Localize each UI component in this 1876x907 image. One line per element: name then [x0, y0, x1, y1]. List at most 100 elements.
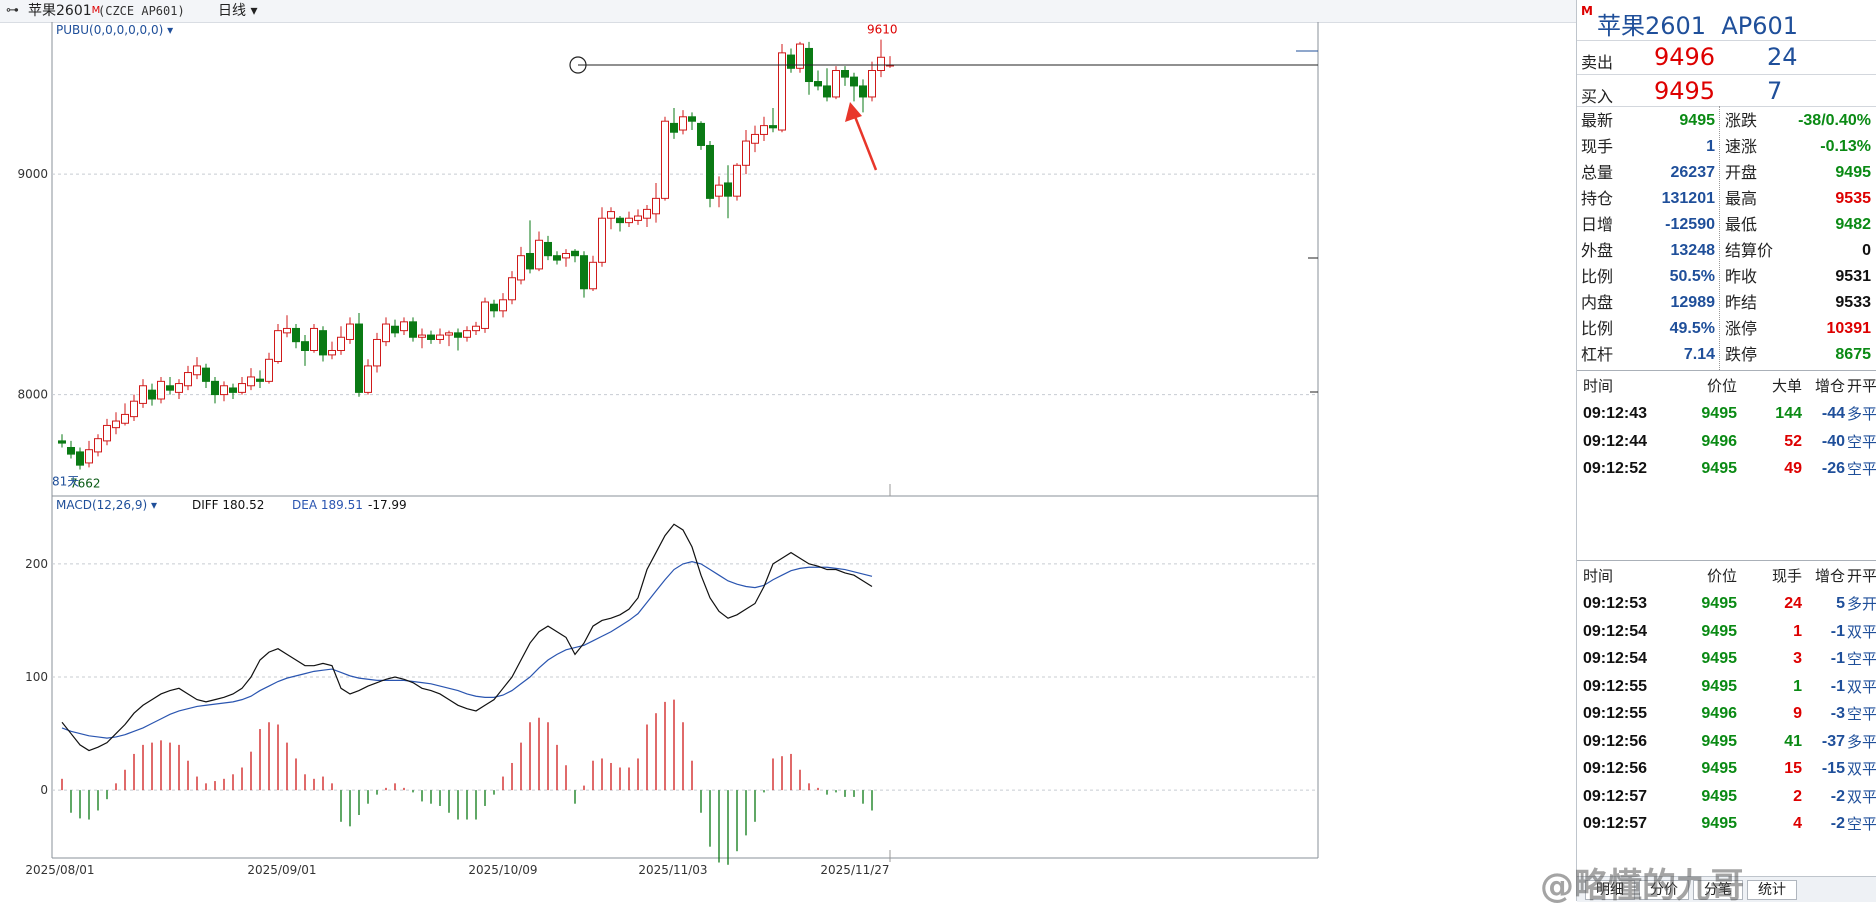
- candle-body: [598, 217, 606, 263]
- candle-body: [355, 323, 363, 393]
- table-cell: 9495: [1701, 650, 1737, 667]
- candle-body: [769, 125, 777, 129]
- watermark: @略懂的九哥: [1540, 866, 1744, 906]
- table-cell: 9495: [1701, 595, 1737, 612]
- candle-body: [787, 54, 795, 69]
- candle-body: [499, 299, 507, 312]
- chevron-down-icon: ▾: [246, 3, 258, 19]
- date-label: 2025/09/01: [247, 863, 316, 877]
- stat-key: 结算价: [1725, 241, 1774, 260]
- quote-header: M 苹果2601 AP601: [1577, 0, 1876, 41]
- macd-tick-label: 200: [25, 557, 48, 571]
- candle-body: [418, 334, 426, 338]
- candle-body: [850, 76, 858, 87]
- table-cell: 4: [1793, 815, 1802, 832]
- stat-value: 1: [1706, 138, 1715, 155]
- candle-body: [661, 120, 669, 199]
- candle-body: [679, 116, 687, 131]
- candle-body: [310, 327, 318, 351]
- candle-body: [652, 197, 660, 215]
- candle-body: [58, 440, 66, 444]
- candle-body: [688, 116, 696, 122]
- candle-body: [256, 378, 264, 382]
- quote-name: 苹果2601 AP601: [1597, 12, 1799, 40]
- candle-body: [139, 385, 147, 404]
- table-cell: 9495: [1701, 622, 1737, 640]
- kline-chart[interactable]: 9000 8000 PUBU(0,0,0,0,0,0) ▾ 9610 7662 81天 20…: [0, 22, 1576, 901]
- table-cell: 9495: [1701, 760, 1737, 777]
- candle-body: [112, 420, 120, 429]
- candle-body: [103, 424, 111, 442]
- stat-5: 外盘 13248: [1577, 238, 1715, 264]
- stat-7: 内盘 12989: [1577, 290, 1715, 316]
- candle-body: [760, 125, 768, 135]
- column-header: 开平: [1846, 377, 1876, 395]
- candle-body: [490, 303, 498, 312]
- candle-body: [283, 327, 291, 334]
- stat-value: 26237: [1670, 164, 1716, 181]
- candle-body: [589, 261, 597, 290]
- table-cell: 9496: [1701, 432, 1737, 450]
- table-cell: 空平: [1846, 432, 1876, 451]
- big-order-table: 时间 价位 大单 增仓 开平 09:12:43 9495 144 -44 多平 09:12:44 94…: [1577, 372, 1876, 482]
- date-label: 2025/10/09: [468, 863, 537, 877]
- candle-body: [229, 387, 237, 393]
- stat-key: 开盘: [1725, 163, 1758, 182]
- stat-key: 外盘: [1581, 241, 1614, 260]
- table-cell: 1: [1793, 622, 1802, 640]
- candle-body: [166, 385, 174, 391]
- ask-label: 卖出: [1581, 53, 1614, 72]
- stat-6: 比例 50.5%: [1577, 264, 1715, 290]
- bid-volume: 7: [1767, 77, 1783, 105]
- table-row: 09:12:53 9495 24 5 多开: [1577, 590, 1876, 618]
- candle-body: [778, 52, 786, 131]
- ask-volume: 24: [1767, 43, 1798, 71]
- tick-table: 时间 价位 现手 增仓 开平 09:12:53 9495 24 5 多开 09:12:54 9495 1…: [1577, 562, 1876, 872]
- candle-body: [94, 438, 102, 453]
- table-row: 09:12:56 9495 15 -15 双平: [1577, 755, 1876, 783]
- table-cell: 52: [1784, 432, 1802, 450]
- candle-body: [580, 255, 588, 290]
- candle-body: [625, 217, 633, 224]
- candle-body: [643, 208, 651, 219]
- days-label: 81天: [52, 475, 79, 489]
- candle-body: [85, 449, 93, 464]
- kline-svg[interactable]: 90008000PUBU(0,0,0,0,0,0) ▾ 9610766281天20…: [0, 22, 1576, 901]
- candle-body: [562, 252, 570, 259]
- candle-body: [364, 365, 372, 393]
- table-cell: 144: [1775, 405, 1802, 422]
- table-header: 时间 价位 现手 增仓 开平: [1577, 562, 1876, 590]
- table-cell: 9495: [1701, 815, 1737, 832]
- candle-body: [148, 389, 156, 400]
- column-header: 开平: [1846, 567, 1876, 585]
- stat-right-0: 涨跌 -38/0.40%: [1721, 108, 1871, 134]
- candle-body: [274, 330, 282, 363]
- candle-body: [247, 376, 255, 387]
- candle-body: [571, 250, 579, 257]
- candle-body: [454, 332, 462, 338]
- stat-value: 50.5%: [1669, 268, 1715, 285]
- stat-key: 涨停: [1725, 319, 1758, 338]
- bid-label: 买入: [1581, 87, 1614, 106]
- stat-value: 9482: [1835, 216, 1871, 233]
- price-tick-label: 9000: [17, 167, 48, 181]
- candle-body: [526, 252, 534, 270]
- table-cell: 09:12:57: [1583, 815, 1648, 832]
- stat-value: 7.14: [1683, 346, 1715, 363]
- table-cell: 09:12:53: [1583, 595, 1648, 612]
- table-cell: 多平: [1846, 405, 1876, 423]
- candle-body: [706, 144, 714, 199]
- period-selector[interactable]: 日线 ▾: [218, 0, 257, 22]
- column-header: 价位: [1706, 567, 1737, 585]
- stat-value: 8675: [1835, 346, 1871, 363]
- table-cell: 空平: [1846, 650, 1876, 668]
- link-icon[interactable]: ⊶: [6, 0, 19, 22]
- candle-body: [517, 255, 525, 281]
- tab-stats[interactable]: 统计: [1747, 880, 1797, 900]
- ask-row: 卖出 9496 24: [1577, 40, 1876, 75]
- column-header: 时间: [1583, 567, 1614, 585]
- table-cell: 1: [1793, 677, 1802, 695]
- macd-value-label: -17.99: [368, 498, 407, 512]
- column-header: 现手: [1771, 567, 1802, 585]
- stat-right-9: 跌停 8675: [1721, 342, 1871, 368]
